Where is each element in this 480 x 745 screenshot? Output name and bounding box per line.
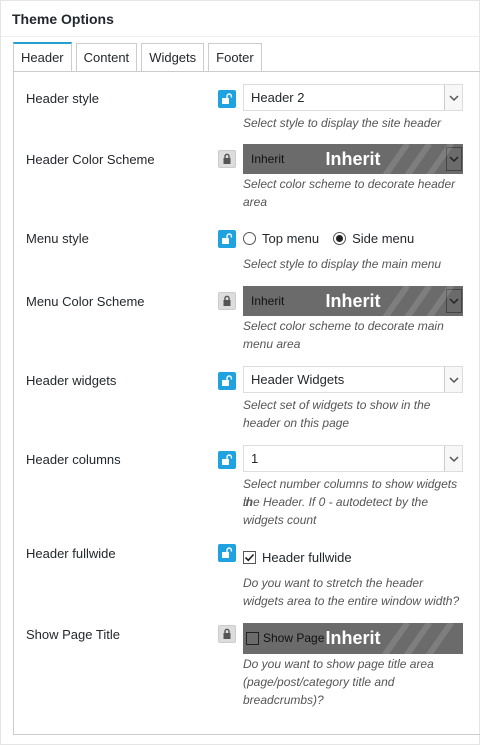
inherit-overlay-text: Inherit — [325, 148, 381, 169]
header-widgets-value: Header Widgets — [251, 372, 345, 387]
inherit-overlay[interactable]: Inherit Inherit — [243, 144, 463, 174]
header-columns-value: 1 — [251, 451, 259, 466]
header-columns-description-line2: the Header. If 0 - autodetect by the — [243, 495, 429, 509]
menu-style-radio-group: Top menu Side menu — [243, 231, 428, 246]
lock-icon[interactable] — [218, 150, 236, 168]
checkmark-icon — [244, 553, 255, 562]
chevron-down-icon — [444, 446, 462, 471]
header-fullwide-label: Header fullwide — [26, 546, 116, 561]
header-fullwide-checkbox-row: Header fullwide — [243, 550, 352, 565]
inherit-overlay[interactable]: Show Page Inherit — [243, 623, 463, 654]
header-fullwide-checkbox[interactable] — [243, 551, 256, 564]
radio-side-menu[interactable] — [333, 232, 347, 245]
unlock-icon[interactable] — [218, 230, 236, 248]
menu-style-label: Menu style — [26, 231, 89, 246]
show-page-title-description-line1: Do you want to show page title area — [243, 657, 434, 671]
show-page-title-description-line2: (page/post/category title and — [243, 675, 395, 689]
header-widgets-description-line2: header on this page — [243, 416, 350, 430]
unlock-icon[interactable] — [218, 451, 236, 469]
header-color-scheme-description-line2: area — [243, 195, 268, 209]
header-style-select[interactable]: Header 2 — [243, 84, 463, 111]
lock-icon[interactable] — [218, 292, 236, 310]
radio-top-menu-label[interactable]: Top menu — [262, 231, 319, 246]
header-style-label: Header style — [26, 91, 99, 106]
inherit-overlay-text: Inherit — [325, 628, 381, 648]
chevron-down-icon — [444, 85, 462, 110]
chevron-down-icon — [444, 367, 462, 392]
inherit-overlay-text: Inherit — [325, 290, 381, 311]
header-widgets-description-line1: Select set of widgets to show in the — [243, 398, 431, 412]
tab-widgets[interactable]: Widgets — [141, 43, 205, 71]
header-style-description: Select style to display the site header — [243, 116, 442, 130]
header-color-scheme-description-line1: Select color scheme to decorate header — [243, 177, 456, 191]
title-separator — [1, 36, 480, 37]
lock-icon[interactable] — [218, 625, 236, 643]
tab-footer[interactable]: Footer — [208, 43, 262, 71]
header-columns-description-line3: widgets count — [243, 513, 317, 527]
header-columns-label: Header columns — [26, 452, 121, 467]
header-fullwide-checkbox-label[interactable]: Header fullwide — [262, 550, 352, 565]
radio-top-menu[interactable] — [243, 232, 256, 245]
radio-side-menu-label[interactable]: Side menu — [352, 231, 414, 246]
header-color-scheme-label: Header Color Scheme — [26, 152, 155, 167]
unlock-icon[interactable] — [218, 372, 236, 390]
header-fullwide-description-line2: widgets area to the entire window width? — [243, 594, 460, 608]
menu-style-description: Select style to display the main menu — [243, 257, 442, 271]
header-widgets-select[interactable]: Header Widgets — [243, 366, 463, 393]
header-columns-input[interactable]: 1 — [243, 445, 463, 472]
menu-color-scheme-label: Menu Color Scheme — [26, 294, 145, 309]
tab-content[interactable]: Content — [75, 43, 138, 71]
theme-options-panel: Theme Options Header Content Widgets Foo… — [0, 0, 480, 745]
unlock-icon[interactable] — [218, 90, 236, 108]
header-widgets-label: Header widgets — [26, 373, 117, 388]
menu-color-scheme-description-line2: menu area — [243, 337, 301, 351]
header-fullwide-description-line1: Do you want to stretch the header — [243, 576, 424, 590]
panel-title: Theme Options — [12, 11, 114, 27]
header-style-value: Header 2 — [251, 90, 305, 105]
show-page-title-label: Show Page Title — [26, 627, 120, 642]
show-page-title-description-line3: breadcrumbs)? — [243, 693, 324, 707]
tab-bar: Header Content Widgets Footer — [13, 42, 266, 71]
unlock-icon[interactable] — [218, 544, 236, 562]
radio-selected-dot — [336, 235, 344, 242]
tab-header[interactable]: Header — [13, 42, 72, 71]
inherit-overlay[interactable]: Inherit Inherit — [243, 286, 463, 316]
menu-color-scheme-description-line1: Select color scheme to decorate main — [243, 319, 444, 333]
